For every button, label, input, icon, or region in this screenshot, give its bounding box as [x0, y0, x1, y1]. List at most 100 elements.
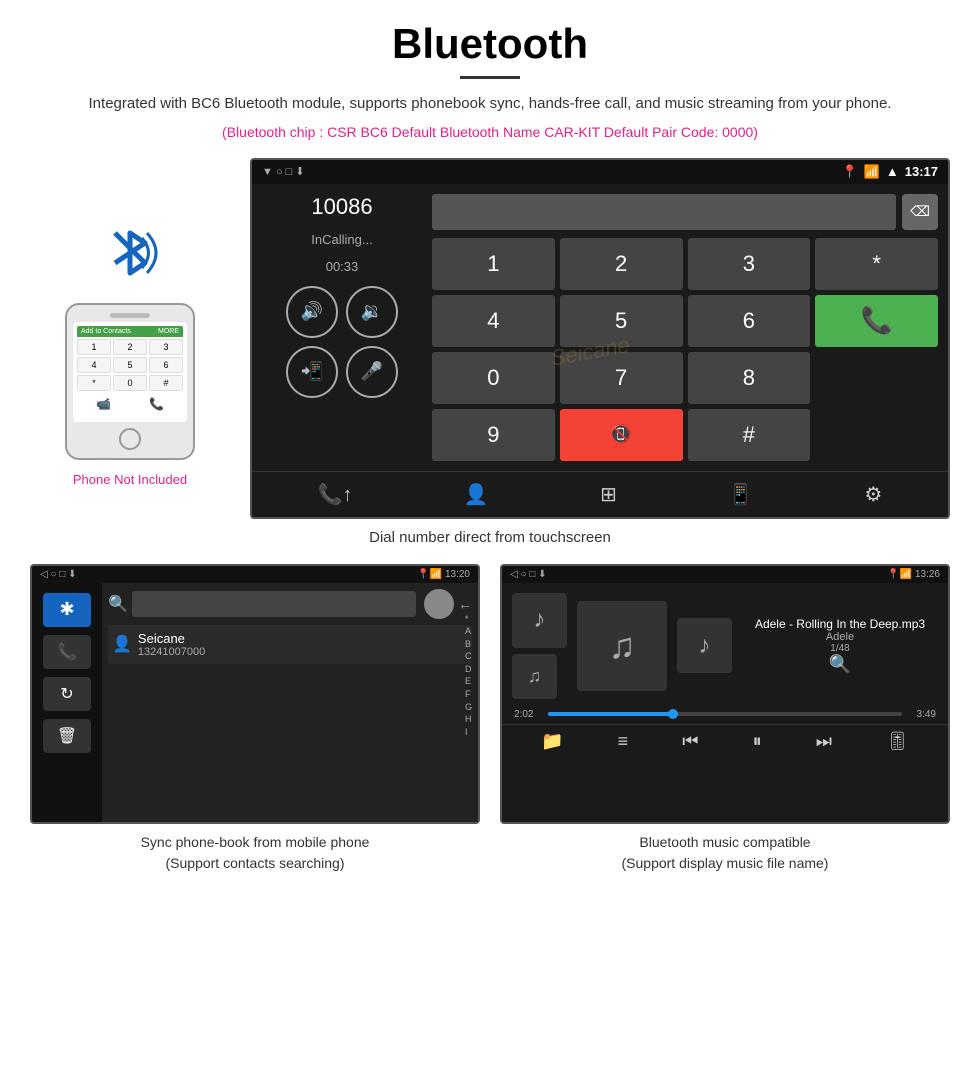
next-button[interactable]: ⏭ [816, 731, 832, 752]
end-call-button[interactable]: 📵 [560, 409, 683, 461]
phone-key[interactable]: # [149, 375, 183, 391]
album-art-right-wrap: ♪ [677, 618, 732, 673]
transfer-button[interactable]: 📲 [286, 346, 338, 398]
folder-button[interactable]: 📁 [541, 731, 563, 752]
key-10[interactable]: 8 [688, 352, 811, 404]
music-screen-wrap: ◁ ○ □ ⬇ 📍📶 13:26 ♪ ♫ [500, 564, 950, 874]
car-status-bar: ▼ ○ □ ⬇ 📍 📶 ▲ 13:17 [252, 160, 948, 184]
volume-down-button[interactable]: 🔉 [346, 286, 398, 338]
call-number: 10086 [311, 194, 372, 220]
pb-search-bar[interactable] [132, 591, 416, 617]
pb-status-time: 13:20 [445, 569, 470, 580]
keypad-grid: 1 2 3 * 4 5 6 📞 0 7 8 9 [432, 238, 938, 461]
album-art-main: ♫ [577, 601, 667, 691]
phone-key[interactable]: 0 [113, 375, 147, 391]
phone-home-button[interactable] [119, 428, 141, 450]
key-4[interactable]: * [815, 238, 938, 290]
current-time: 2:02 [514, 709, 542, 720]
dialer-input-box[interactable] [432, 194, 896, 230]
add-contacts-label: Add to Contacts [81, 328, 131, 335]
progress-row: 2:02 3:49 [502, 709, 948, 724]
key-7[interactable]: 6 [688, 295, 811, 347]
bluetooth-icon-wrap [100, 218, 160, 293]
call-sidebar-btn[interactable]: 📞 [43, 635, 91, 669]
car-dialer-screen: ▼ ○ □ ⬇ 📍 📶 ▲ 13:17 10086 InCalling... 0… [250, 158, 950, 519]
volume-up-button[interactable]: 🔊 [286, 286, 338, 338]
phone-key[interactable]: 2 [113, 339, 147, 355]
key-5[interactable]: 4 [432, 295, 555, 347]
sync-sidebar-btn[interactable]: ↻ [43, 677, 91, 711]
phone-key[interactable]: 5 [113, 357, 147, 373]
bt-icon: ✱ [59, 599, 74, 620]
phone-key[interactable]: 4 [77, 357, 111, 373]
contact-name: Seicane [138, 631, 205, 646]
song-title: Adele - Rolling In the Deep.mp3 [755, 617, 925, 631]
music-note-main: ♫ [609, 625, 636, 667]
playlist-button[interactable]: ≡ [618, 731, 629, 752]
phonebook-screen: ◁ ○ □ ⬇ 📍📶 13:20 ✱ 📞 ↻ [30, 564, 480, 824]
end-call-icon: 📵 [610, 424, 632, 445]
settings-icon[interactable]: ⚙ [864, 482, 882, 507]
mute-button[interactable]: 🎤 [346, 346, 398, 398]
volume-up-icon: 🔊 [301, 301, 323, 322]
phone-dial-grid: 1 2 3 4 5 6 * 0 # [77, 339, 183, 391]
key-1[interactable]: 1 [432, 238, 555, 290]
album-art-small-2: ♫ [512, 654, 557, 699]
back-arrow[interactable]: ← [458, 596, 472, 612]
pb-alpha-list: *ABCDEFGHI [465, 613, 472, 739]
music-info: Adele - Rolling In the Deep.mp3 Adele 1/… [742, 617, 938, 675]
dial-caption: Dial number direct from touchscreen [30, 529, 950, 546]
music-status-icons: 📍📶 [887, 569, 912, 580]
key-9[interactable]: 7 [560, 352, 683, 404]
bluetooth-sidebar-btn[interactable]: ✱ [43, 593, 91, 627]
music-status-time: 13:26 [915, 569, 940, 580]
phone-key[interactable]: * [77, 375, 111, 391]
album-art-right-1: ♪ [677, 618, 732, 673]
subtitle-text: Integrated with BC6 Bluetooth module, su… [30, 93, 950, 116]
key-6[interactable]: 5 [560, 295, 683, 347]
track-number: 1/48 [830, 643, 849, 654]
phone-speaker [110, 313, 150, 318]
car-phone-icon[interactable]: 📱 [728, 482, 753, 507]
pb-contact-row[interactable]: 👤 Seicane 13241007000 [108, 625, 472, 664]
phone-sidebar-icon: 📞 [57, 642, 77, 662]
music-search-button[interactable]: 🔍 [829, 654, 851, 675]
location-icon: 📍 [842, 164, 858, 180]
dialpad-icon[interactable]: ⊞ [600, 482, 617, 507]
phonebook-screen-wrap: ◁ ○ □ ⬇ 📍📶 13:20 ✱ 📞 ↻ [30, 564, 480, 874]
dialer-left: 10086 InCalling... 00:33 🔊 🔉 📲 🎤 [262, 194, 422, 461]
dialer-input-row: ⌫ [432, 194, 938, 230]
search-icon: 🔍 [108, 594, 128, 614]
contacts-icon[interactable]: 👤 [464, 482, 489, 507]
contact-person-icon: 👤 [112, 634, 132, 654]
music-note-3: ♪ [699, 632, 711, 660]
delete-sidebar-btn[interactable]: 🗑 [43, 719, 91, 753]
key-2[interactable]: 2 [560, 238, 683, 290]
phone-screen-header: Add to Contacts MORE [77, 326, 183, 337]
pb-status-bar: ◁ ○ □ ⬇ 📍📶 13:20 [32, 566, 478, 583]
music-screen: ◁ ○ □ ⬇ 📍📶 13:26 ♪ ♫ [500, 564, 950, 824]
phone-key[interactable]: 6 [149, 357, 183, 373]
delete-button[interactable]: ⌫ [902, 194, 938, 230]
prev-button[interactable]: ⏮ [682, 731, 698, 752]
phone-mockup: Add to Contacts MORE 1 2 3 4 5 6 * 0 # 📹… [65, 303, 195, 460]
bluetooth-icon [100, 218, 160, 288]
equalizer-button[interactable]: 🎚 [886, 731, 909, 752]
progress-bar[interactable] [548, 712, 902, 716]
play-pause-button[interactable]: ⏸ [753, 731, 762, 752]
key-11[interactable]: 9 [432, 409, 555, 461]
phone-key[interactable]: 3 [149, 339, 183, 355]
trash-icon: 🗑 [57, 726, 77, 746]
pb-contact-avatar [424, 589, 454, 619]
call-controls: 🔊 🔉 📲 🎤 [286, 286, 398, 398]
contact-info: Seicane 13241007000 [138, 631, 205, 658]
calls-icon[interactable]: 📞↑ [318, 482, 353, 507]
phone-not-included: Phone Not Included [73, 472, 187, 487]
volume-down-icon: 🔉 [361, 301, 383, 322]
call-button[interactable]: 📞 [815, 295, 938, 347]
key-8[interactable]: 0 [432, 352, 555, 404]
key-3[interactable]: 3 [688, 238, 811, 290]
key-hash[interactable]: # [688, 409, 811, 461]
phone-key[interactable]: 1 [77, 339, 111, 355]
title-underline [460, 76, 520, 79]
